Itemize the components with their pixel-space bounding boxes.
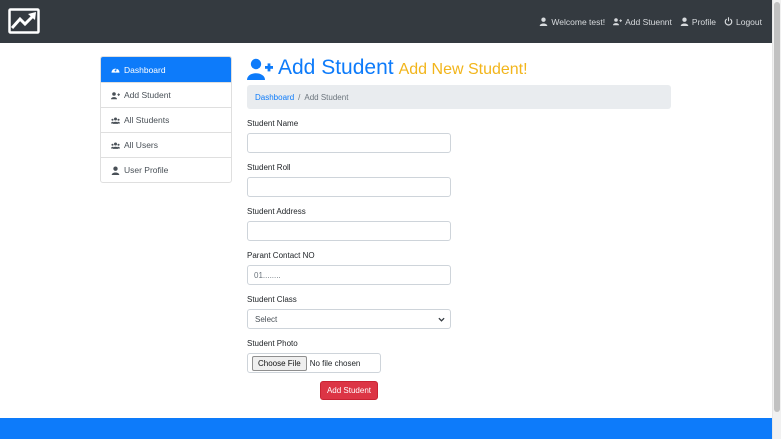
- page-scrollbar[interactable]: [772, 0, 781, 439]
- sidebar-item-label: Dashboard: [124, 64, 166, 75]
- nav-logout-label: Logout: [736, 16, 762, 27]
- parent-contact-input[interactable]: [247, 265, 451, 285]
- sidebar-item-all-users[interactable]: All Users: [101, 132, 231, 157]
- sidebar-item-label: All Students: [124, 115, 170, 125]
- student-photo-file-input: Choose File No file chosen: [247, 353, 381, 373]
- nav-welcome-label: Welcome test!: [551, 16, 606, 27]
- student-roll-label: Student Roll: [247, 163, 291, 172]
- user-icon: [680, 17, 689, 26]
- student-address-input[interactable]: [247, 221, 451, 241]
- choose-file-button[interactable]: Choose File: [252, 355, 307, 371]
- scrollbar-thumb[interactable]: [774, 2, 780, 412]
- add-student-button[interactable]: Add Student: [320, 381, 378, 400]
- sidebar-item-label: Add Student: [124, 90, 171, 100]
- student-class-select[interactable]: Select: [247, 309, 451, 329]
- file-status-text: No file chosen: [309, 358, 361, 368]
- user-icon: [111, 166, 120, 175]
- user-plus-icon: [613, 18, 623, 26]
- page-title: Add Student: [278, 56, 394, 79]
- student-class-selected: Select: [255, 314, 278, 324]
- sidebar-item-all-students[interactable]: All Students: [101, 107, 231, 132]
- sidebar-item-add-student[interactable]: Add Student: [101, 82, 231, 107]
- student-photo-label: Student Photo: [247, 339, 298, 348]
- breadcrumb: Dashboard / Add Student: [247, 85, 671, 109]
- footer-bar: [0, 418, 772, 439]
- users-icon: [111, 117, 120, 124]
- page-heading: Add Student Add New Student!: [247, 56, 528, 84]
- student-address-label: Student Address: [247, 207, 306, 216]
- dashboard-icon: [111, 67, 120, 73]
- student-roll-input[interactable]: [247, 177, 451, 197]
- user-plus-icon: [247, 58, 273, 80]
- page-subtitle: Add New Student!: [398, 61, 528, 78]
- sidebar-item-label: User Profile: [124, 165, 169, 175]
- chart-line-icon[interactable]: [8, 8, 40, 34]
- nav-add-student-label: Add Stuennt: [625, 16, 672, 27]
- user-plus-icon: [111, 91, 120, 99]
- student-name-input[interactable]: [247, 133, 451, 153]
- sidebar-item-dashboard[interactable]: Dashboard: [101, 57, 231, 82]
- power-icon: [724, 17, 733, 26]
- sidebar-item-label: All Users: [124, 140, 159, 150]
- nav-logout[interactable]: Logout: [724, 17, 762, 27]
- nav-add-student[interactable]: Add Stuennt: [613, 17, 672, 27]
- nav-welcome[interactable]: Welcome test!: [539, 17, 605, 27]
- nav-profile-label: Profile: [691, 16, 716, 27]
- sidebar: Dashboard Add Student All Students All U…: [100, 56, 232, 183]
- parent-contact-label: Parant Contact NO: [247, 251, 315, 260]
- users-icon: [111, 142, 120, 149]
- breadcrumb-separator: /: [298, 92, 301, 102]
- student-class-label: Student Class: [247, 295, 297, 304]
- sidebar-item-user-profile[interactable]: User Profile: [101, 157, 231, 182]
- breadcrumb-dashboard-link[interactable]: Dashboard: [255, 93, 294, 102]
- nav-profile[interactable]: Profile: [680, 17, 716, 27]
- user-icon: [540, 17, 548, 26]
- chevron-down-icon: [438, 317, 445, 322]
- student-name-label: Student Name: [247, 119, 299, 128]
- top-navbar: Welcome test! Add Stuennt Profile Logout: [0, 0, 772, 43]
- breadcrumb-current: Add Student: [304, 92, 349, 102]
